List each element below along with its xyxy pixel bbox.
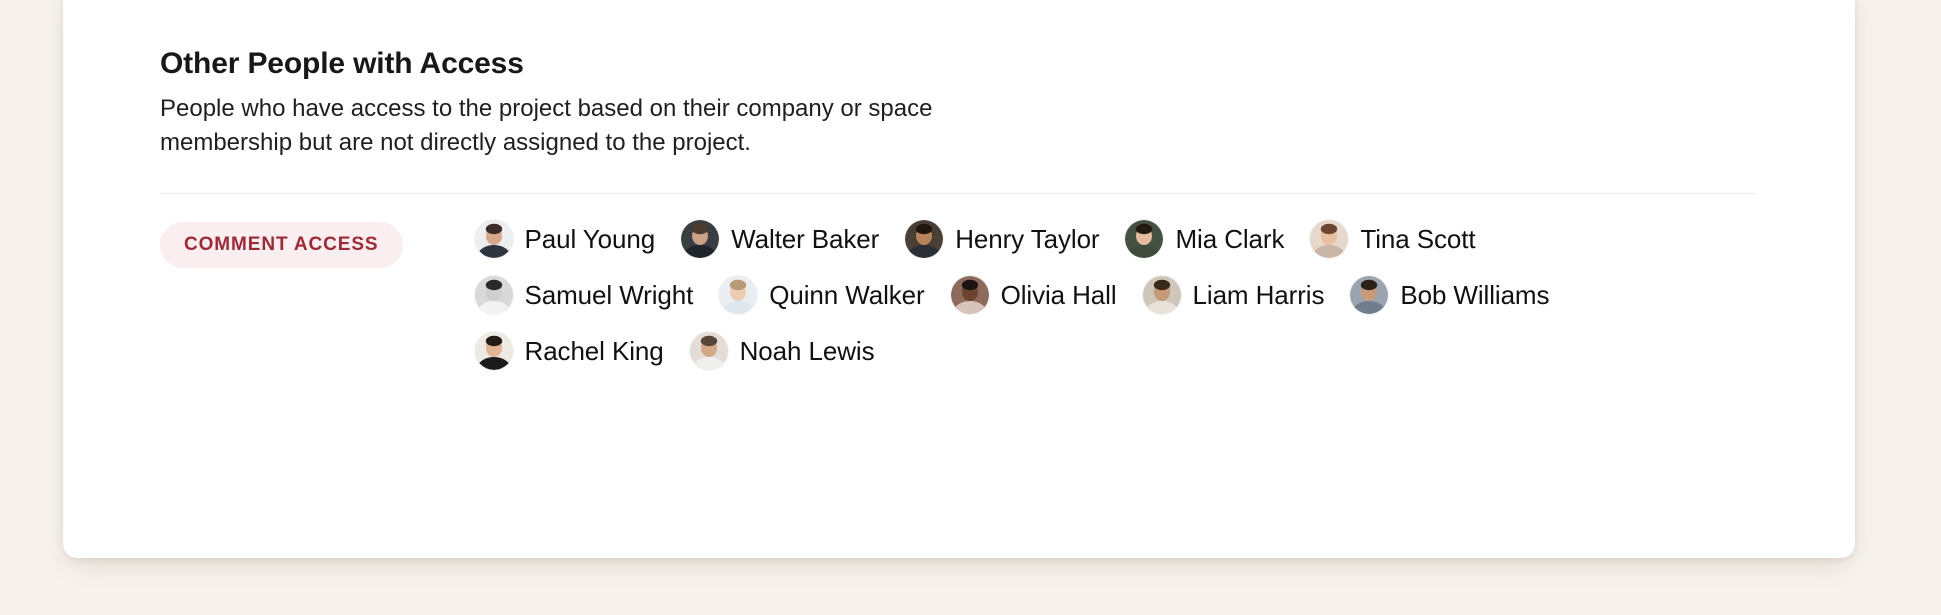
avatar-tina-scott xyxy=(1310,219,1349,258)
avatar-paul-young xyxy=(474,219,513,258)
avatar-samuel-wright xyxy=(474,275,513,314)
avatar-liam-harris xyxy=(1142,275,1181,314)
person-chip[interactable]: Rachel King xyxy=(474,331,664,370)
person-name: Olivia Hall xyxy=(1000,279,1117,310)
person-chip[interactable]: Noah Lewis xyxy=(689,331,875,370)
card-content: Other People with Access People who have… xyxy=(160,46,1756,370)
status-badge-comment-access[interactable]: COMMENT ACCESS xyxy=(160,221,403,268)
person-chip[interactable]: Henry Taylor xyxy=(905,219,1100,258)
person-chip[interactable]: Tina Scott xyxy=(1310,219,1476,258)
other-people-with-access-card: Other People with Access People who have… xyxy=(63,0,1855,558)
avatar-rachel-king xyxy=(474,331,513,370)
person-chip[interactable]: Quinn Walker xyxy=(719,275,925,314)
person-name: Quinn Walker xyxy=(769,279,925,310)
divider xyxy=(160,192,1756,194)
person-name: Walter Baker xyxy=(731,223,880,254)
person-name: Paul Young xyxy=(524,223,656,254)
page-title: Other People with Access xyxy=(160,47,524,80)
person-chip[interactable]: Paul Young xyxy=(474,219,656,258)
section-description: People who have access to the project ba… xyxy=(160,92,1150,160)
person-name: Tina Scott xyxy=(1360,223,1476,254)
person-chip[interactable]: Samuel Wright xyxy=(474,275,694,314)
avatar-quinn-walker xyxy=(719,275,758,314)
avatar-mia-clark xyxy=(1125,219,1164,258)
avatar-henry-taylor xyxy=(905,219,944,258)
people-list: Paul Young Walter Baker Henry Taylor Mia Cl… xyxy=(474,219,1705,370)
access-group-row: COMMENT ACCESS Paul Young Walter Baker Hen… xyxy=(160,219,1755,370)
avatar-bob-williams xyxy=(1350,275,1389,314)
person-name: Bob Williams xyxy=(1400,279,1550,310)
person-name: Rachel King xyxy=(524,335,664,366)
section-description-line-2: membership but are not directly assigned… xyxy=(160,128,751,156)
person-name: Mia Clark xyxy=(1175,223,1285,254)
person-chip[interactable]: Bob Williams xyxy=(1350,275,1550,314)
person-name: Henry Taylor xyxy=(955,223,1100,254)
person-name: Samuel Wright xyxy=(524,279,694,310)
person-chip[interactable]: Mia Clark xyxy=(1125,219,1285,258)
person-chip[interactable]: Liam Harris xyxy=(1142,275,1325,314)
person-chip[interactable]: Walter Baker xyxy=(681,219,880,258)
avatar-noah-lewis xyxy=(689,331,728,370)
avatar-walter-baker xyxy=(681,219,720,258)
page-background: Other People with Access People who have… xyxy=(0,0,1941,615)
avatar-olivia-hall xyxy=(950,275,989,314)
person-name: Noah Lewis xyxy=(739,335,875,366)
section-description-line-1: People who have access to the project ba… xyxy=(160,94,933,122)
person-chip[interactable]: Olivia Hall xyxy=(950,275,1117,314)
person-name: Liam Harris xyxy=(1192,279,1325,310)
